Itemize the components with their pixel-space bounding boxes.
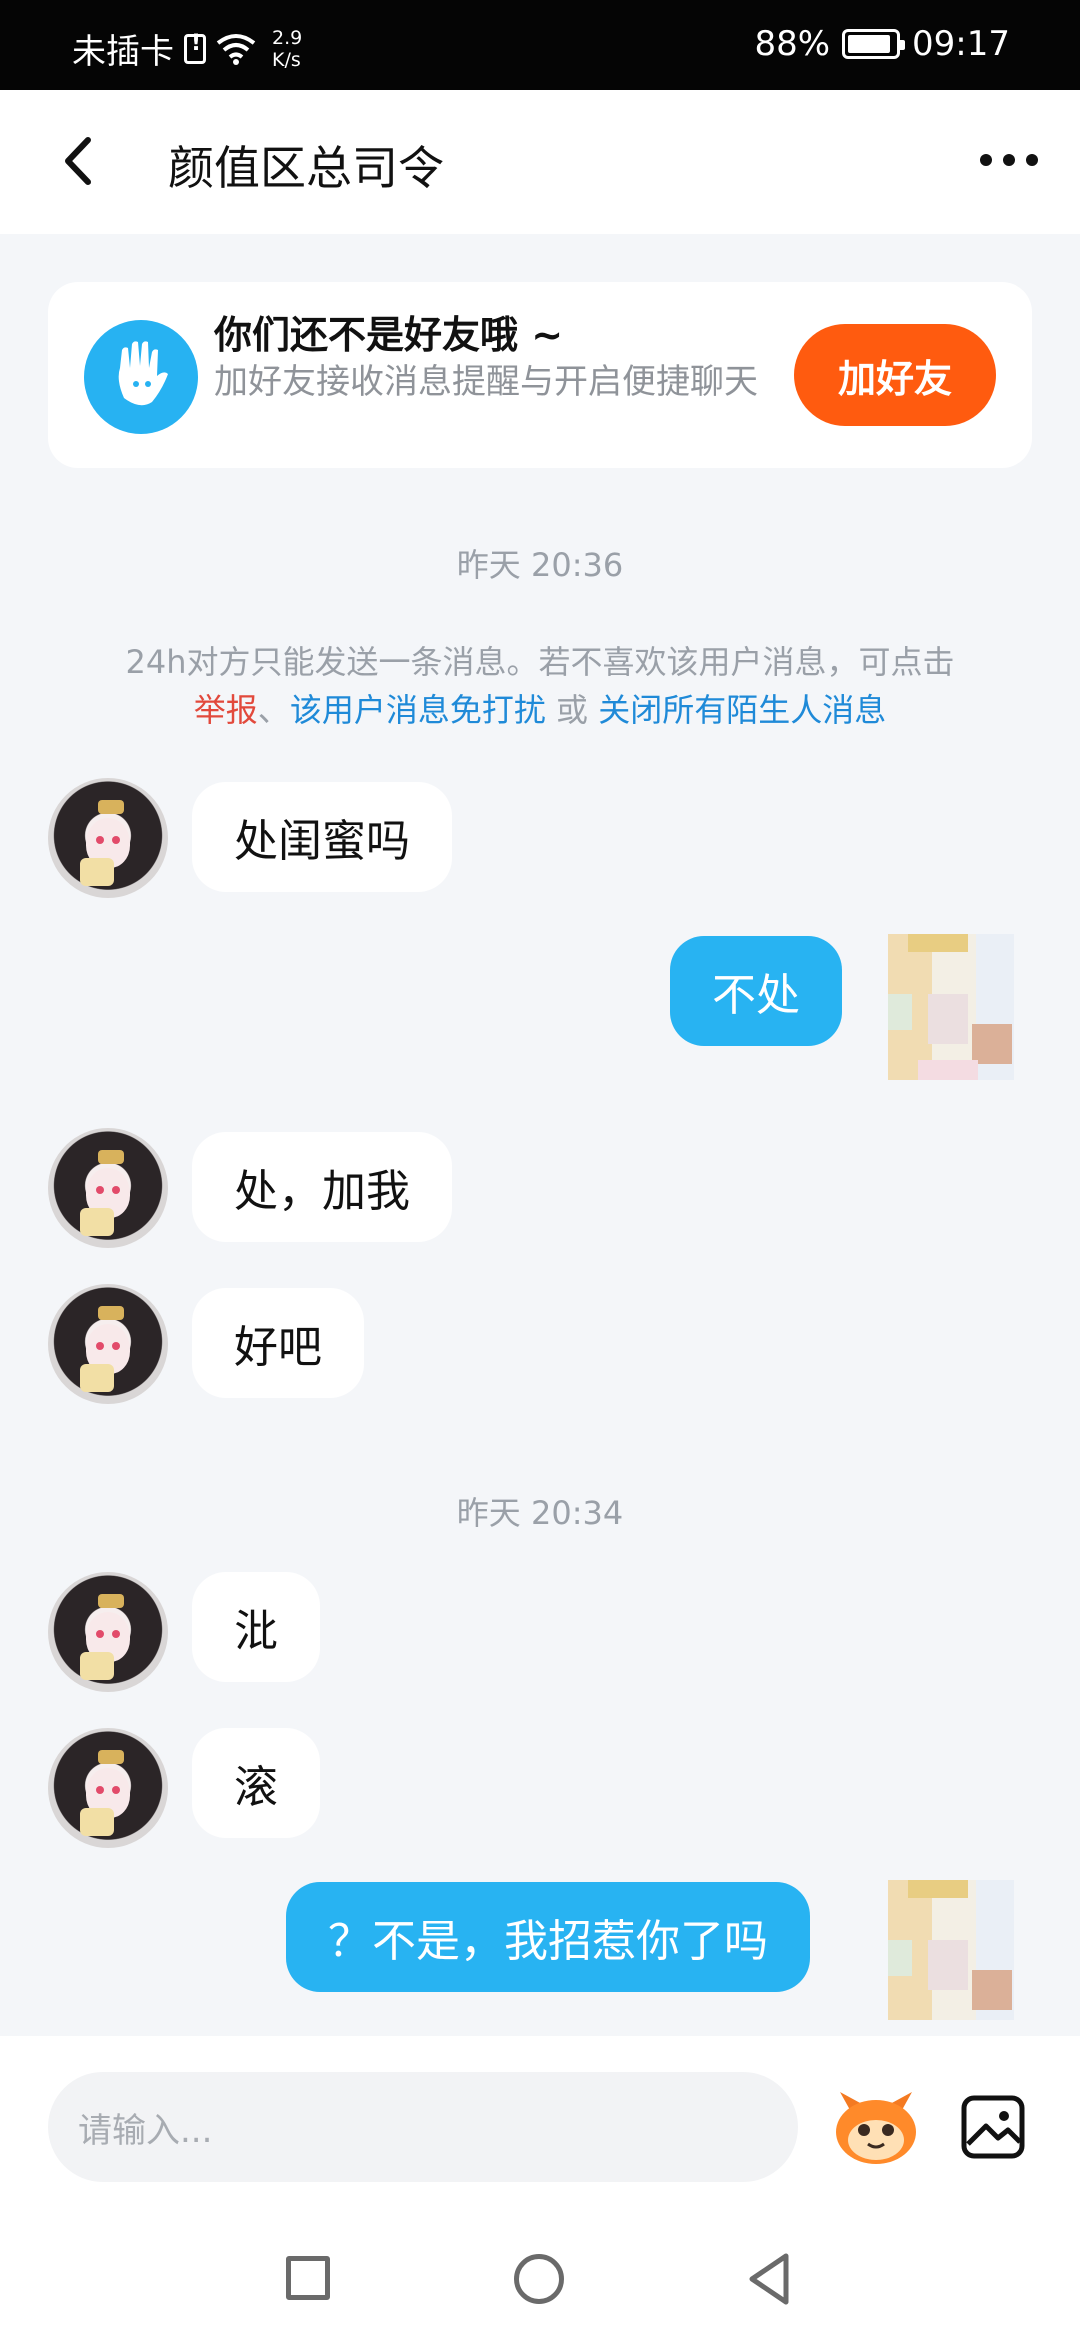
network-speed: 2.9 K/s bbox=[272, 27, 302, 71]
page-title: 颜值区总司令 bbox=[168, 141, 444, 195]
clock: 09:17 bbox=[912, 24, 1010, 64]
carrier-text: 未插卡 bbox=[72, 32, 174, 72]
report-link[interactable]: 举报 bbox=[194, 691, 258, 729]
self-avatar[interactable] bbox=[888, 1880, 1014, 2020]
back-icon bbox=[65, 137, 91, 185]
wifi-icon bbox=[216, 33, 256, 65]
mute-user-link[interactable]: 该用户消息免打扰 bbox=[290, 691, 546, 729]
message-bubble-incoming[interactable]: 沘 bbox=[192, 1572, 320, 1682]
not-friend-card: 你们还不是好友哦 ~ 加好友接收消息提醒与开启便捷聊天 加好友 bbox=[48, 282, 1032, 468]
battery-percent: 88% bbox=[754, 24, 831, 64]
self-avatar[interactable] bbox=[888, 934, 1014, 1080]
time-label: 昨天 20:36 bbox=[456, 546, 624, 584]
nav-home-icon[interactable] bbox=[514, 2254, 564, 2304]
emoji-icon bbox=[836, 2092, 916, 2164]
contact-avatar[interactable] bbox=[48, 1572, 168, 1692]
message-bubble-incoming[interactable]: 滚 bbox=[192, 1728, 320, 1838]
more-dot bbox=[1026, 154, 1038, 166]
nav-back-icon[interactable] bbox=[744, 2250, 794, 2308]
notice-or: 或 bbox=[545, 691, 599, 729]
contact-avatar[interactable] bbox=[48, 1728, 168, 1848]
image-icon bbox=[961, 2095, 1025, 2159]
speed-unit: K/s bbox=[272, 48, 301, 71]
notice-sep: 、 bbox=[257, 691, 290, 729]
more-icon bbox=[980, 154, 992, 166]
speed-value: 2.9 bbox=[272, 26, 303, 49]
chat-header: 颜值区总司令 bbox=[0, 90, 1080, 234]
back-button[interactable] bbox=[50, 126, 120, 196]
more-button[interactable] bbox=[974, 140, 1044, 180]
nav-recents-icon[interactable] bbox=[286, 2256, 330, 2300]
contact-avatar[interactable] bbox=[48, 1128, 168, 1248]
status-right: 88% 09:17 bbox=[754, 24, 1010, 64]
notice-text: 24h对方只能发送一条消息。若不喜欢该用户消息，可点击 bbox=[125, 643, 955, 681]
message-bubble-outgoing[interactable]: 不处 bbox=[670, 936, 842, 1046]
status-bar: 未插卡 2.9 K/s 88% 09:17 bbox=[0, 0, 1080, 90]
close-strangers-link[interactable]: 关闭所有陌生人消息 bbox=[598, 691, 886, 729]
message-bubble-incoming[interactable]: 处，加我 bbox=[192, 1132, 452, 1242]
time-label: 昨天 20:34 bbox=[456, 1494, 624, 1532]
more-dot bbox=[1003, 154, 1015, 166]
message-bubble-outgoing[interactable]: ？不是，我招惹你了吗 bbox=[286, 1882, 810, 1992]
image-button[interactable] bbox=[958, 2086, 1030, 2168]
message-input[interactable]: 请输入... bbox=[48, 2072, 798, 2182]
input-bar: 请输入... bbox=[0, 2036, 1080, 2220]
status-left: 未插卡 2.9 K/s bbox=[72, 24, 302, 73]
add-friend-button[interactable]: 加好友 bbox=[794, 324, 996, 426]
sim-icon bbox=[184, 31, 206, 64]
card-subtitle: 加好友接收消息提醒与开启便捷聊天 bbox=[214, 362, 758, 402]
message-bubble-incoming[interactable]: 处闺蜜吗 bbox=[192, 782, 452, 892]
message-bubble-incoming[interactable]: 好吧 bbox=[192, 1288, 364, 1398]
contact-avatar[interactable] bbox=[48, 778, 168, 898]
contact-avatar[interactable] bbox=[48, 1284, 168, 1404]
card-title: 你们还不是好友哦 ~ bbox=[214, 313, 564, 357]
battery-icon bbox=[842, 29, 906, 59]
system-nav-bar bbox=[0, 2220, 1080, 2340]
stranger-notice: 24h对方只能发送一条消息。若不喜欢该用户消息，可点击 举报、该用户消息免打扰 … bbox=[60, 638, 1020, 734]
hand-icon bbox=[84, 320, 198, 434]
emoji-button[interactable] bbox=[830, 2086, 922, 2168]
